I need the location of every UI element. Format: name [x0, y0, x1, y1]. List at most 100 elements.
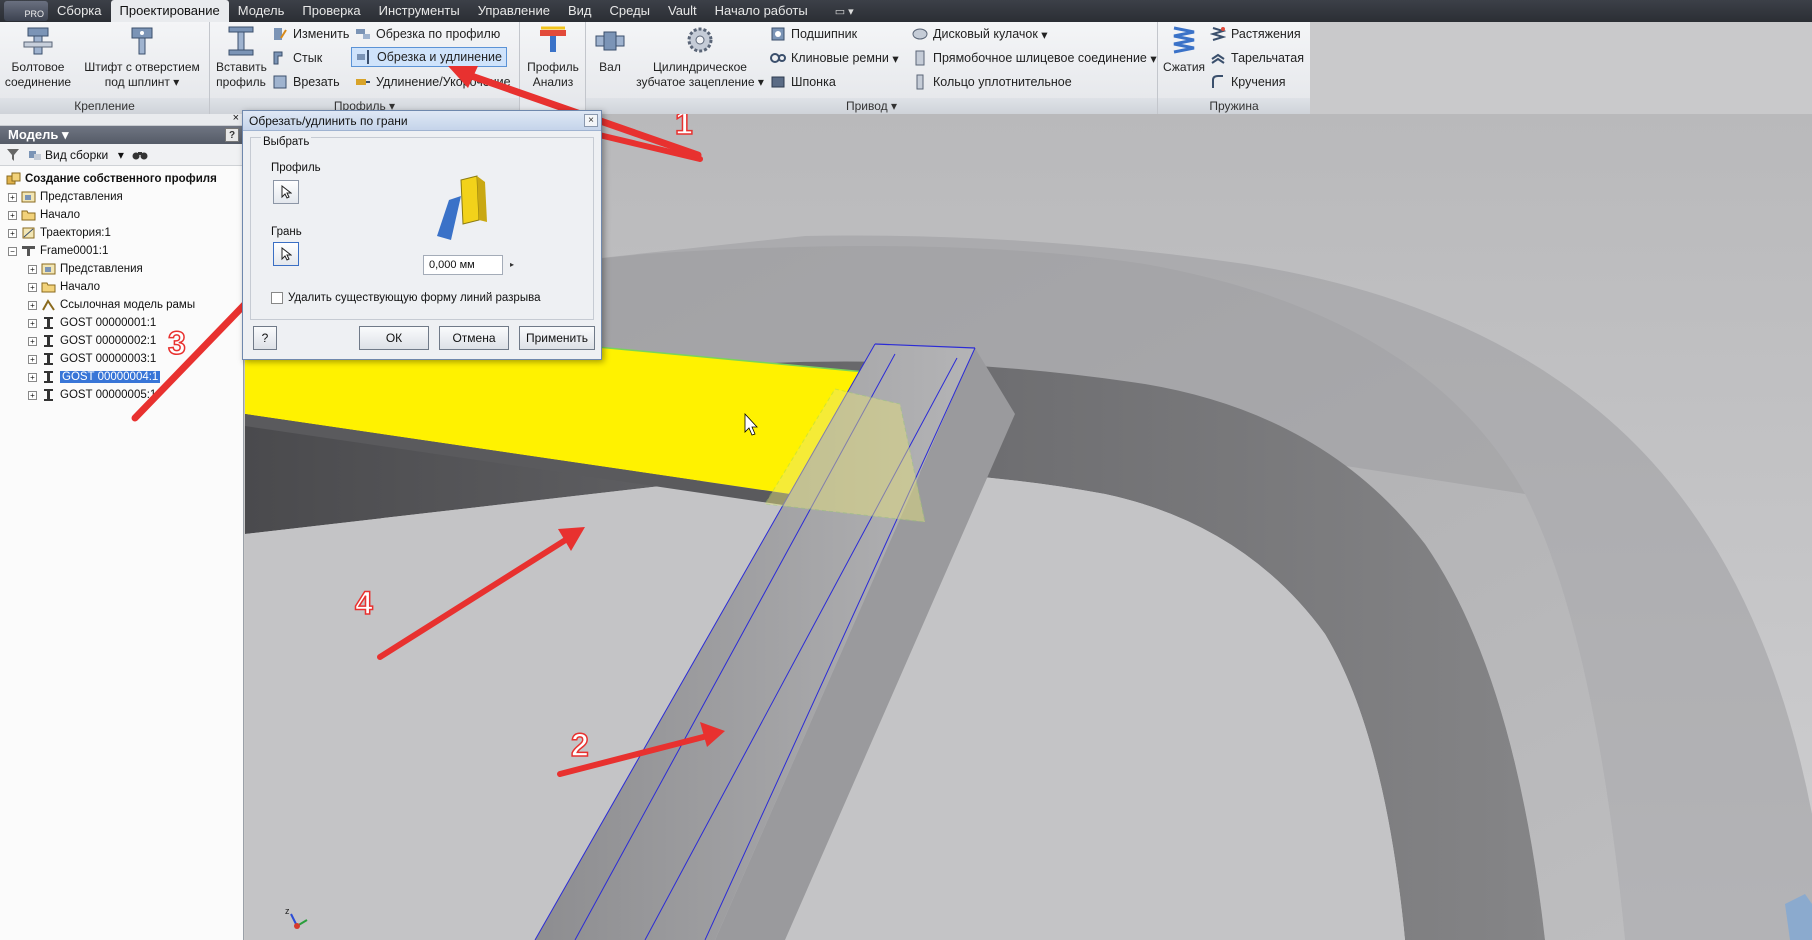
assembly-view-icon	[29, 150, 41, 160]
tree-item-representations[interactable]: + Представления	[0, 188, 243, 206]
key-button[interactable]: Шпонка	[770, 72, 836, 92]
spline-button[interactable]: Прямобочное шлицевое соединение ▾	[912, 48, 1157, 68]
change-icon	[274, 28, 287, 40]
pin-with-hole-button[interactable]: Штифт с отверстием под шплинт ▾	[80, 24, 204, 90]
expand-icon[interactable]: +	[28, 390, 37, 400]
dialog-help-button[interactable]: ?	[253, 326, 277, 350]
spur-gear-icon	[687, 27, 713, 53]
tree-item-origin[interactable]: + Начало	[0, 206, 243, 224]
tree-item-gost-4[interactable]: + GOST 00000004:1	[0, 368, 243, 386]
compression-spring-button[interactable]: Сжатия	[1162, 24, 1206, 75]
tab-get-started[interactable]: Начало работы	[706, 0, 817, 22]
browser-title: Модель	[8, 127, 59, 142]
tree-label: GOST 00000002:1	[60, 335, 157, 347]
trim-extend-button[interactable]: Обрезка и удлинение	[351, 47, 507, 67]
spline-icon	[915, 50, 925, 66]
insert-frame-label-1: Вставить	[216, 60, 267, 74]
tab-vault[interactable]: Vault	[659, 0, 706, 22]
delete-end-treatments-checkbox[interactable]	[271, 292, 283, 304]
find-binoculars-icon[interactable]	[132, 149, 148, 161]
offset-input[interactable]: 0,000 мм	[423, 255, 503, 275]
application-menu-button[interactable]: PRO	[4, 1, 48, 21]
v-belts-button[interactable]: Клиновые ремни ▾	[770, 48, 899, 68]
bearing-button[interactable]: Подшипник	[770, 24, 857, 44]
bolt-icon	[23, 27, 53, 55]
tab-inspect[interactable]: Проверка	[293, 0, 369, 22]
tab-tools[interactable]: Инструменты	[370, 0, 469, 22]
key-label: Шпонка	[791, 75, 836, 89]
o-ring-button[interactable]: Кольцо уплотнительное	[912, 72, 1072, 92]
tree-item-gost-2[interactable]: + GOST 00000002:1	[0, 332, 243, 350]
app-menu-label: PRO	[24, 9, 44, 19]
expand-icon[interactable]: +	[8, 192, 17, 202]
notch-button[interactable]: Врезать	[272, 72, 340, 92]
tree-item-trajectory[interactable]: + Траектория:1	[0, 224, 243, 242]
browser-help-icon[interactable]: ?	[225, 128, 239, 142]
expand-icon[interactable]: +	[28, 318, 37, 328]
assembly-view-dropdown[interactable]: Вид сборки ▾	[28, 148, 124, 162]
browser-gripper[interactable]: ×	[0, 112, 243, 126]
offset-expand-arrow-icon[interactable]: ▸	[505, 255, 519, 275]
expand-icon[interactable]: +	[28, 372, 37, 382]
trim-extend-icon	[357, 50, 369, 64]
torsion-label: Кручения	[1231, 75, 1286, 89]
frame-analysis-icon	[540, 26, 566, 52]
apply-button[interactable]: Применить	[519, 326, 595, 350]
annotation-2: 2	[571, 727, 589, 763]
lengthen-shorten-button[interactable]: Удлинение/Укорочение	[355, 72, 511, 92]
tree-label: Представления	[40, 191, 123, 203]
bolted-connection-button[interactable]: Болтовое соединение	[4, 24, 72, 90]
dialog-close-icon[interactable]: ×	[584, 114, 598, 127]
torsion-spring-button[interactable]: Кручения	[1210, 72, 1285, 92]
expand-icon[interactable]: +	[28, 300, 37, 310]
expand-icon[interactable]: +	[8, 228, 17, 238]
collapse-icon[interactable]: −	[8, 246, 17, 256]
tab-assembly[interactable]: Сборка	[48, 0, 111, 22]
browser-header[interactable]: Модель ▾ ?	[0, 126, 243, 144]
ribbon-display-toggle-icon[interactable]: ▭ ▾	[835, 5, 854, 18]
expand-icon[interactable]: +	[28, 264, 37, 274]
delete-end-treatments-row[interactable]: Удалить существующую форму линий разрыва	[271, 292, 540, 304]
tree-label: Представления	[60, 263, 143, 275]
expand-icon[interactable]: +	[28, 336, 37, 346]
tree-item-frame-origin[interactable]: + Начало	[0, 278, 243, 296]
tree-item-gost-5[interactable]: + GOST 00000005:1	[0, 386, 243, 404]
insert-frame-button[interactable]: Вставить профиль	[216, 24, 267, 90]
tree-item-gost-1[interactable]: + GOST 00000001:1	[0, 314, 243, 332]
face-select-button[interactable]	[273, 242, 299, 266]
profile-select-button[interactable]	[273, 180, 299, 204]
expand-icon[interactable]: +	[28, 354, 37, 364]
filter-icon[interactable]	[6, 148, 20, 162]
tab-model[interactable]: Модель	[229, 0, 294, 22]
belleville-spring-button[interactable]: Тарельчатая	[1210, 48, 1304, 68]
cancel-button[interactable]: Отмена	[439, 326, 509, 350]
tree-item-frame-representations[interactable]: + Представления	[0, 260, 243, 278]
miter-button[interactable]: Стык	[272, 48, 322, 68]
expand-icon[interactable]: +	[8, 210, 17, 220]
tree-item-frame[interactable]: − Frame0001:1	[0, 242, 243, 260]
trim-to-frame-icon	[356, 29, 370, 39]
tab-environments[interactable]: Среды	[601, 0, 660, 22]
disc-cam-button[interactable]: Дисковый кулачок ▾	[912, 24, 1048, 44]
tree-item-gost-3[interactable]: + GOST 00000003:1	[0, 350, 243, 368]
tree-item-reference-skeleton[interactable]: + Ссылочная модель рамы	[0, 296, 243, 314]
panel-analysis: Профиль Анализ	[520, 22, 586, 114]
panel-title-fastening: Крепление	[0, 98, 209, 114]
shaft-button[interactable]: Вал	[592, 24, 628, 75]
tree-item-root[interactable]: Создание собственного профиля	[0, 170, 243, 188]
tab-manage[interactable]: Управление	[469, 0, 559, 22]
extension-spring-button[interactable]: Растяжения	[1210, 24, 1301, 44]
frame-analysis-button[interactable]: Профиль Анализ	[524, 24, 582, 90]
tree-label: Начало	[40, 209, 81, 221]
trim-to-frame-button[interactable]: Обрезка по профилю	[355, 24, 500, 44]
tree-label: GOST 00000001:1	[60, 317, 157, 329]
tab-design[interactable]: Проектирование	[110, 0, 229, 22]
tab-view[interactable]: Вид	[559, 0, 601, 22]
dialog-title-bar[interactable]: Обрезать/удлинить по грани ×	[243, 111, 601, 131]
ok-button[interactable]: ОК	[359, 326, 429, 350]
change-button[interactable]: Изменить	[272, 24, 349, 44]
browser-close-icon[interactable]: ×	[233, 112, 239, 124]
expand-icon[interactable]: +	[28, 282, 37, 292]
annotation-1: 1	[675, 114, 693, 141]
spur-gear-button[interactable]: Цилиндрическое зубчатое зацепление ▾	[634, 24, 766, 90]
